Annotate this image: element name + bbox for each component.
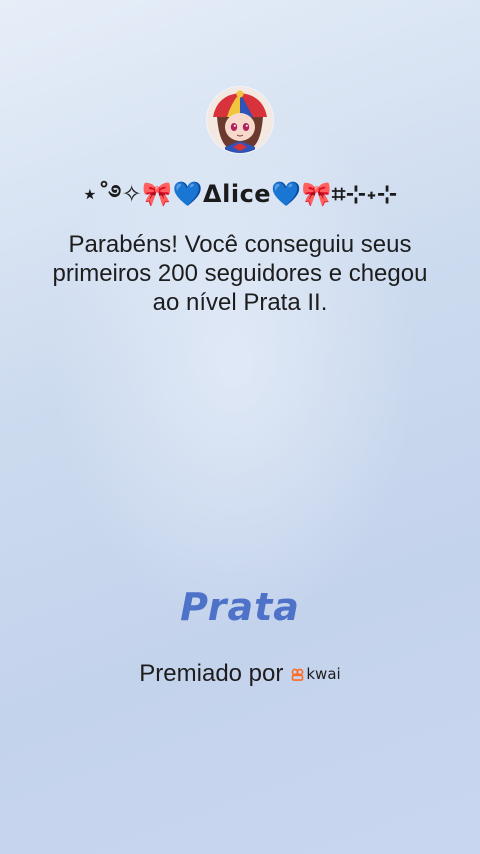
awarded-label: Premiado por	[139, 660, 284, 687]
achievement-screen: ⋆˚࿔✧🎀💙Δlice💙🎀⌗⊹˖⊹ Parabéns! Você consegu…	[0, 0, 480, 854]
profile-username: ⋆˚࿔✧🎀💙Δlice💙🎀⌗⊹˖⊹	[82, 180, 398, 208]
avatar[interactable]	[207, 87, 273, 153]
level-title: Prata	[180, 585, 300, 629]
kwai-brand-text: kwai	[306, 665, 341, 683]
awarded-by: Premiado por kwai	[0, 660, 480, 688]
avatar-image	[207, 87, 273, 153]
kwai-logo: kwai	[291, 665, 341, 683]
achievement-message: Parabéns! Você conseguiu seus primeiros …	[52, 231, 428, 316]
kwai-logo-icon	[291, 668, 304, 681]
